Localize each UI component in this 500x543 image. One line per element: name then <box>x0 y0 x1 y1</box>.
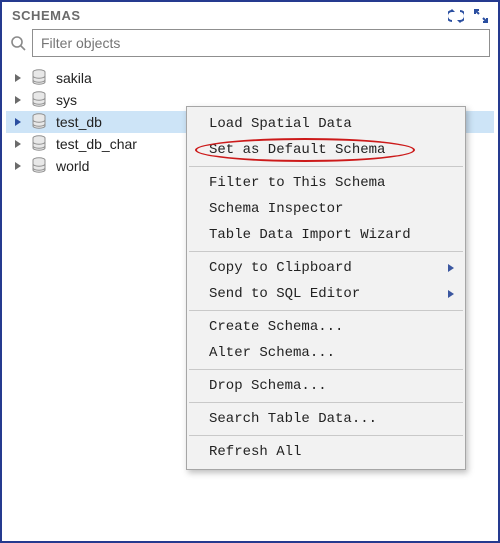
context-menu-item[interactable]: Schema Inspector <box>187 196 465 222</box>
context-menu-item-label: Filter to This Schema <box>209 175 385 191</box>
context-menu-item[interactable]: Copy to Clipboard <box>187 255 465 281</box>
context-menu-item[interactable]: Filter to This Schema <box>187 170 465 196</box>
refresh-icon[interactable] <box>448 9 464 23</box>
schema-item-label: test_db_char <box>56 133 137 155</box>
submenu-arrow-icon <box>447 289 455 299</box>
context-menu-item[interactable]: Table Data Import Wizard <box>187 222 465 248</box>
expand-triangle-icon[interactable] <box>12 116 24 128</box>
context-menu-item-label: Create Schema... <box>209 319 343 335</box>
schema-item-label: sakila <box>56 67 92 89</box>
database-icon <box>30 135 48 153</box>
context-menu-item[interactable]: Refresh All <box>187 439 465 465</box>
menu-separator <box>189 251 463 252</box>
context-menu-item-label: Copy to Clipboard <box>209 260 352 276</box>
context-menu-item-label: Drop Schema... <box>209 378 327 394</box>
expand-triangle-icon[interactable] <box>12 138 24 150</box>
context-menu-item-label: Alter Schema... <box>209 345 335 361</box>
context-menu-item[interactable]: Send to SQL Editor <box>187 281 465 307</box>
context-menu-item[interactable]: Create Schema... <box>187 314 465 340</box>
context-menu-item-label: Table Data Import Wizard <box>209 227 411 243</box>
expand-triangle-icon[interactable] <box>12 72 24 84</box>
database-icon <box>30 113 48 131</box>
schema-item-label: world <box>56 155 89 177</box>
schema-item[interactable]: sakila <box>6 67 494 89</box>
context-menu-item[interactable]: Search Table Data... <box>187 406 465 432</box>
schema-item-label: sys <box>56 89 77 111</box>
menu-separator <box>189 402 463 403</box>
schemas-panel: SCHEMAS <box>0 0 500 543</box>
context-menu-item-label: Load Spatial Data <box>209 116 352 132</box>
filter-objects-input[interactable] <box>32 29 490 57</box>
context-menu-item[interactable]: Load Spatial Data <box>187 111 465 137</box>
menu-separator <box>189 435 463 436</box>
context-menu-item-label: Send to SQL Editor <box>209 286 360 302</box>
search-icon <box>10 35 26 51</box>
expand-triangle-icon[interactable] <box>12 94 24 106</box>
menu-separator <box>189 369 463 370</box>
context-menu-item-label: Schema Inspector <box>209 201 343 217</box>
submenu-arrow-icon <box>447 263 455 273</box>
panel-title: SCHEMAS <box>12 8 81 23</box>
database-icon <box>30 69 48 87</box>
database-icon <box>30 157 48 175</box>
panel-header: SCHEMAS <box>2 2 498 27</box>
expand-triangle-icon[interactable] <box>12 160 24 172</box>
context-menu-item-label: Refresh All <box>209 444 301 460</box>
search-row <box>2 27 498 63</box>
database-icon <box>30 91 48 109</box>
context-menu-item[interactable]: Alter Schema... <box>187 340 465 366</box>
context-menu-item[interactable]: Set as Default Schema <box>187 137 465 163</box>
menu-separator <box>189 166 463 167</box>
menu-separator <box>189 310 463 311</box>
context-menu-item-label: Set as Default Schema <box>209 142 385 158</box>
schema-context-menu: Load Spatial Data Set as Default Schema Fi… <box>186 106 466 470</box>
schema-item-label: test_db <box>56 111 102 133</box>
context-menu-item[interactable]: Drop Schema... <box>187 373 465 399</box>
header-icon-group <box>448 9 488 23</box>
context-menu-item-label: Search Table Data... <box>209 411 377 427</box>
expand-icon[interactable] <box>474 9 488 23</box>
